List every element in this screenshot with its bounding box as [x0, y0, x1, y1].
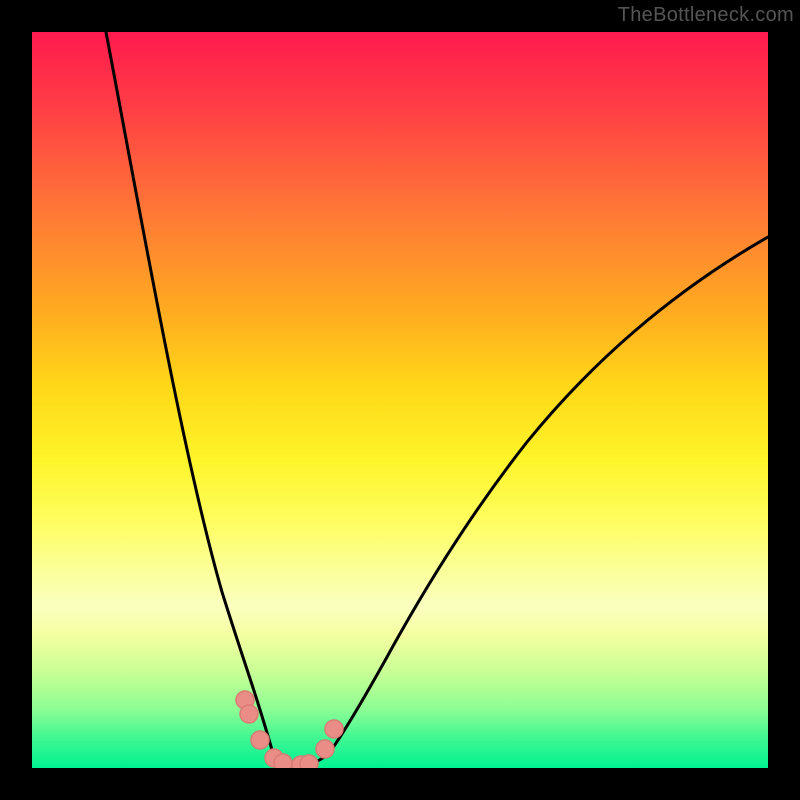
marker-group	[236, 691, 343, 768]
marker-5	[274, 754, 292, 768]
watermark-text: TheBottleneck.com	[618, 4, 794, 27]
bottleneck-curve	[32, 32, 768, 768]
marker-9	[325, 720, 343, 738]
gradient-plot-area	[32, 32, 768, 768]
marker-7	[300, 755, 318, 768]
marker-2	[240, 705, 258, 723]
marker-8	[316, 740, 334, 758]
curve-left-branch	[106, 32, 272, 750]
curve-right-branch	[330, 237, 768, 752]
marker-3	[251, 731, 269, 749]
